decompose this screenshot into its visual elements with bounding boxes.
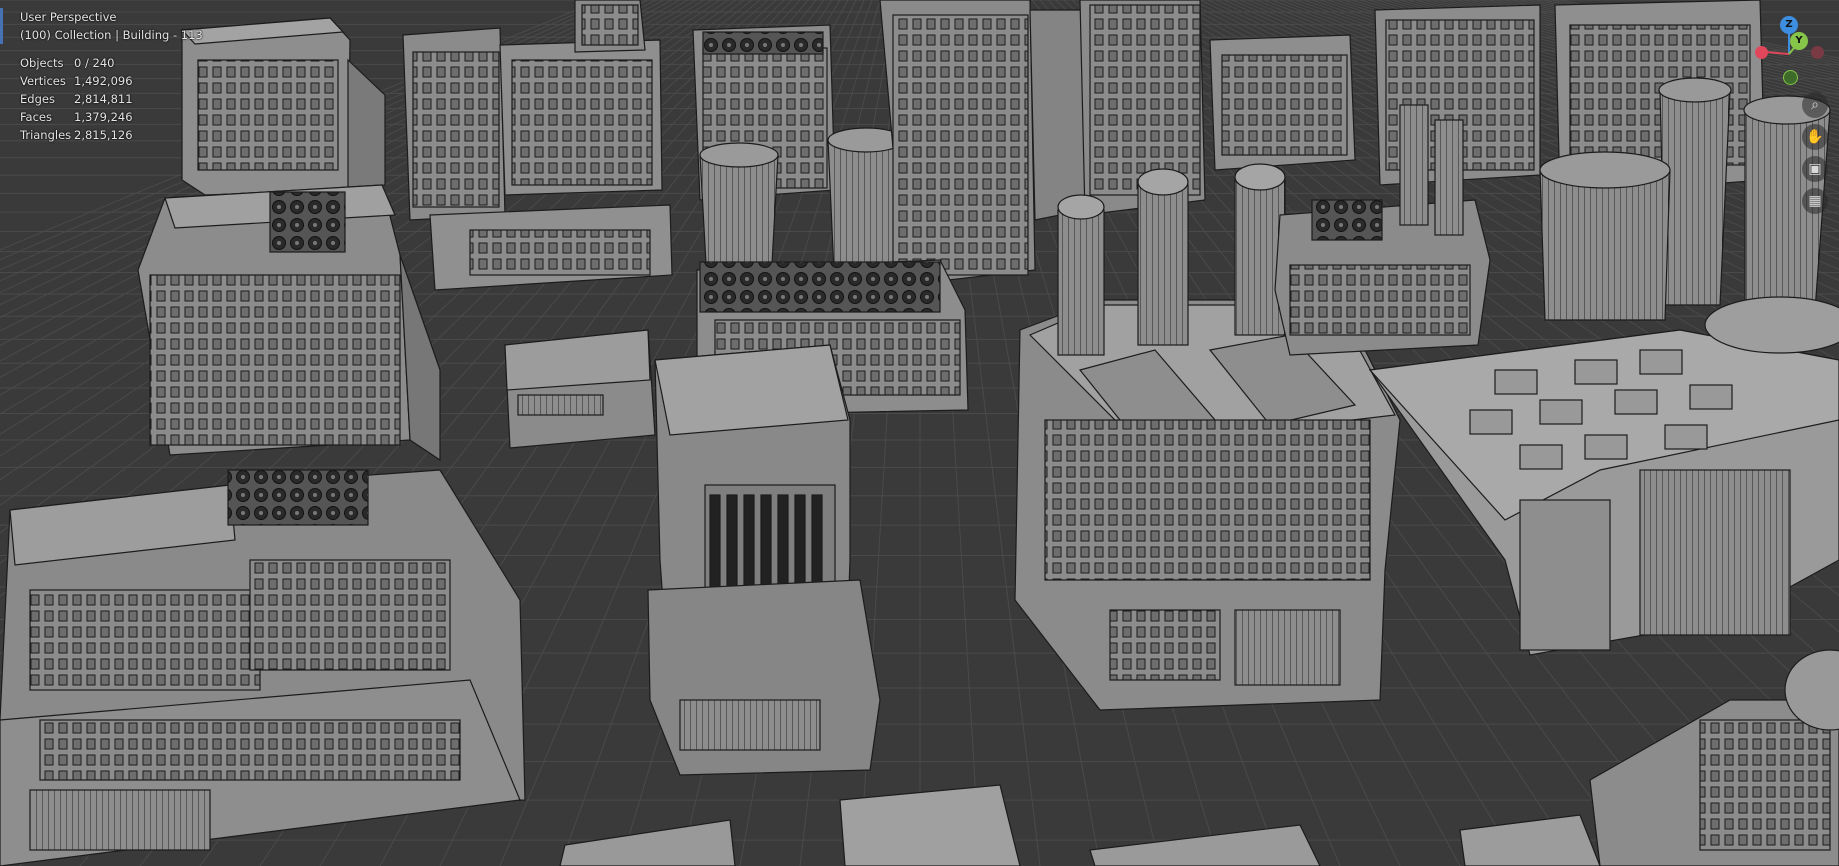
viewport-text-overlay: User Perspective (100) Collection | Buil… [0, 0, 203, 144]
stat-edges: Edges 2,814,811 [0, 90, 203, 108]
navigation-gizmo[interactable]: Z Y [1749, 12, 1833, 96]
stat-value: 1,492,096 [74, 74, 133, 88]
building-dark-tower[interactable] [879, 0, 1086, 286]
building-center-shop[interactable] [504, 329, 656, 449]
building-right-warehouse[interactable] [1368, 296, 1839, 656]
stat-label: Faces [20, 110, 52, 124]
gizmo-x-axis[interactable] [1755, 46, 1768, 59]
stat-value: 1,379,246 [74, 110, 133, 124]
building-top-left[interactable] [180, 17, 386, 196]
viewport-canvas[interactable] [0, 0, 1839, 866]
building-center-tower[interactable] [647, 344, 881, 776]
building-center-right[interactable] [1014, 299, 1401, 711]
hand-pan-icon: ✋ [1806, 129, 1824, 145]
camera-view-button[interactable]: ▣ [1802, 156, 1828, 182]
building-bottom-left[interactable] [0, 469, 526, 866]
building-left-mid[interactable] [137, 184, 441, 462]
scene-statistics: Objects 0 / 240 Vertices 1,492,096 Edges… [0, 54, 203, 144]
stat-label: Objects [20, 56, 64, 70]
gizmo-neg-y-axis[interactable] [1783, 70, 1798, 85]
perspective-grid-icon: ▦ [1808, 193, 1822, 209]
stat-label: Triangles [20, 128, 72, 142]
stat-label: Vertices [20, 74, 66, 88]
collection-info: (100) Collection | Building - 113 [20, 28, 203, 42]
gizmo-neg-x-axis[interactable] [1811, 46, 1824, 59]
camera-icon: ▣ [1808, 161, 1822, 177]
stat-triangles: Triangles 2,815,126 [0, 126, 203, 144]
gizmo-z-axis[interactable]: Z [1780, 16, 1798, 34]
stat-value: 0 / 240 [74, 56, 115, 70]
building-top-center-left[interactable] [402, 0, 673, 291]
stat-label: Edges [20, 92, 55, 106]
view-name: User Perspective [20, 10, 117, 24]
stat-faces: Faces 1,379,246 [0, 108, 203, 126]
pan-button[interactable]: ✋ [1802, 124, 1828, 150]
gizmo-y-axis[interactable]: Y [1790, 32, 1808, 50]
active-indicator [0, 8, 3, 44]
stat-vertices: Vertices 1,492,096 [0, 72, 203, 90]
perspective-toggle-button[interactable]: ▦ [1802, 188, 1828, 214]
stat-value: 2,814,811 [74, 92, 133, 106]
zoom-icon: ⌕ [1811, 97, 1819, 113]
3d-viewport[interactable] [0, 0, 1839, 866]
stat-objects: Objects 0 / 240 [0, 54, 203, 72]
zoom-button[interactable]: ⌕ [1802, 92, 1828, 118]
stat-value: 2,815,126 [74, 128, 133, 142]
